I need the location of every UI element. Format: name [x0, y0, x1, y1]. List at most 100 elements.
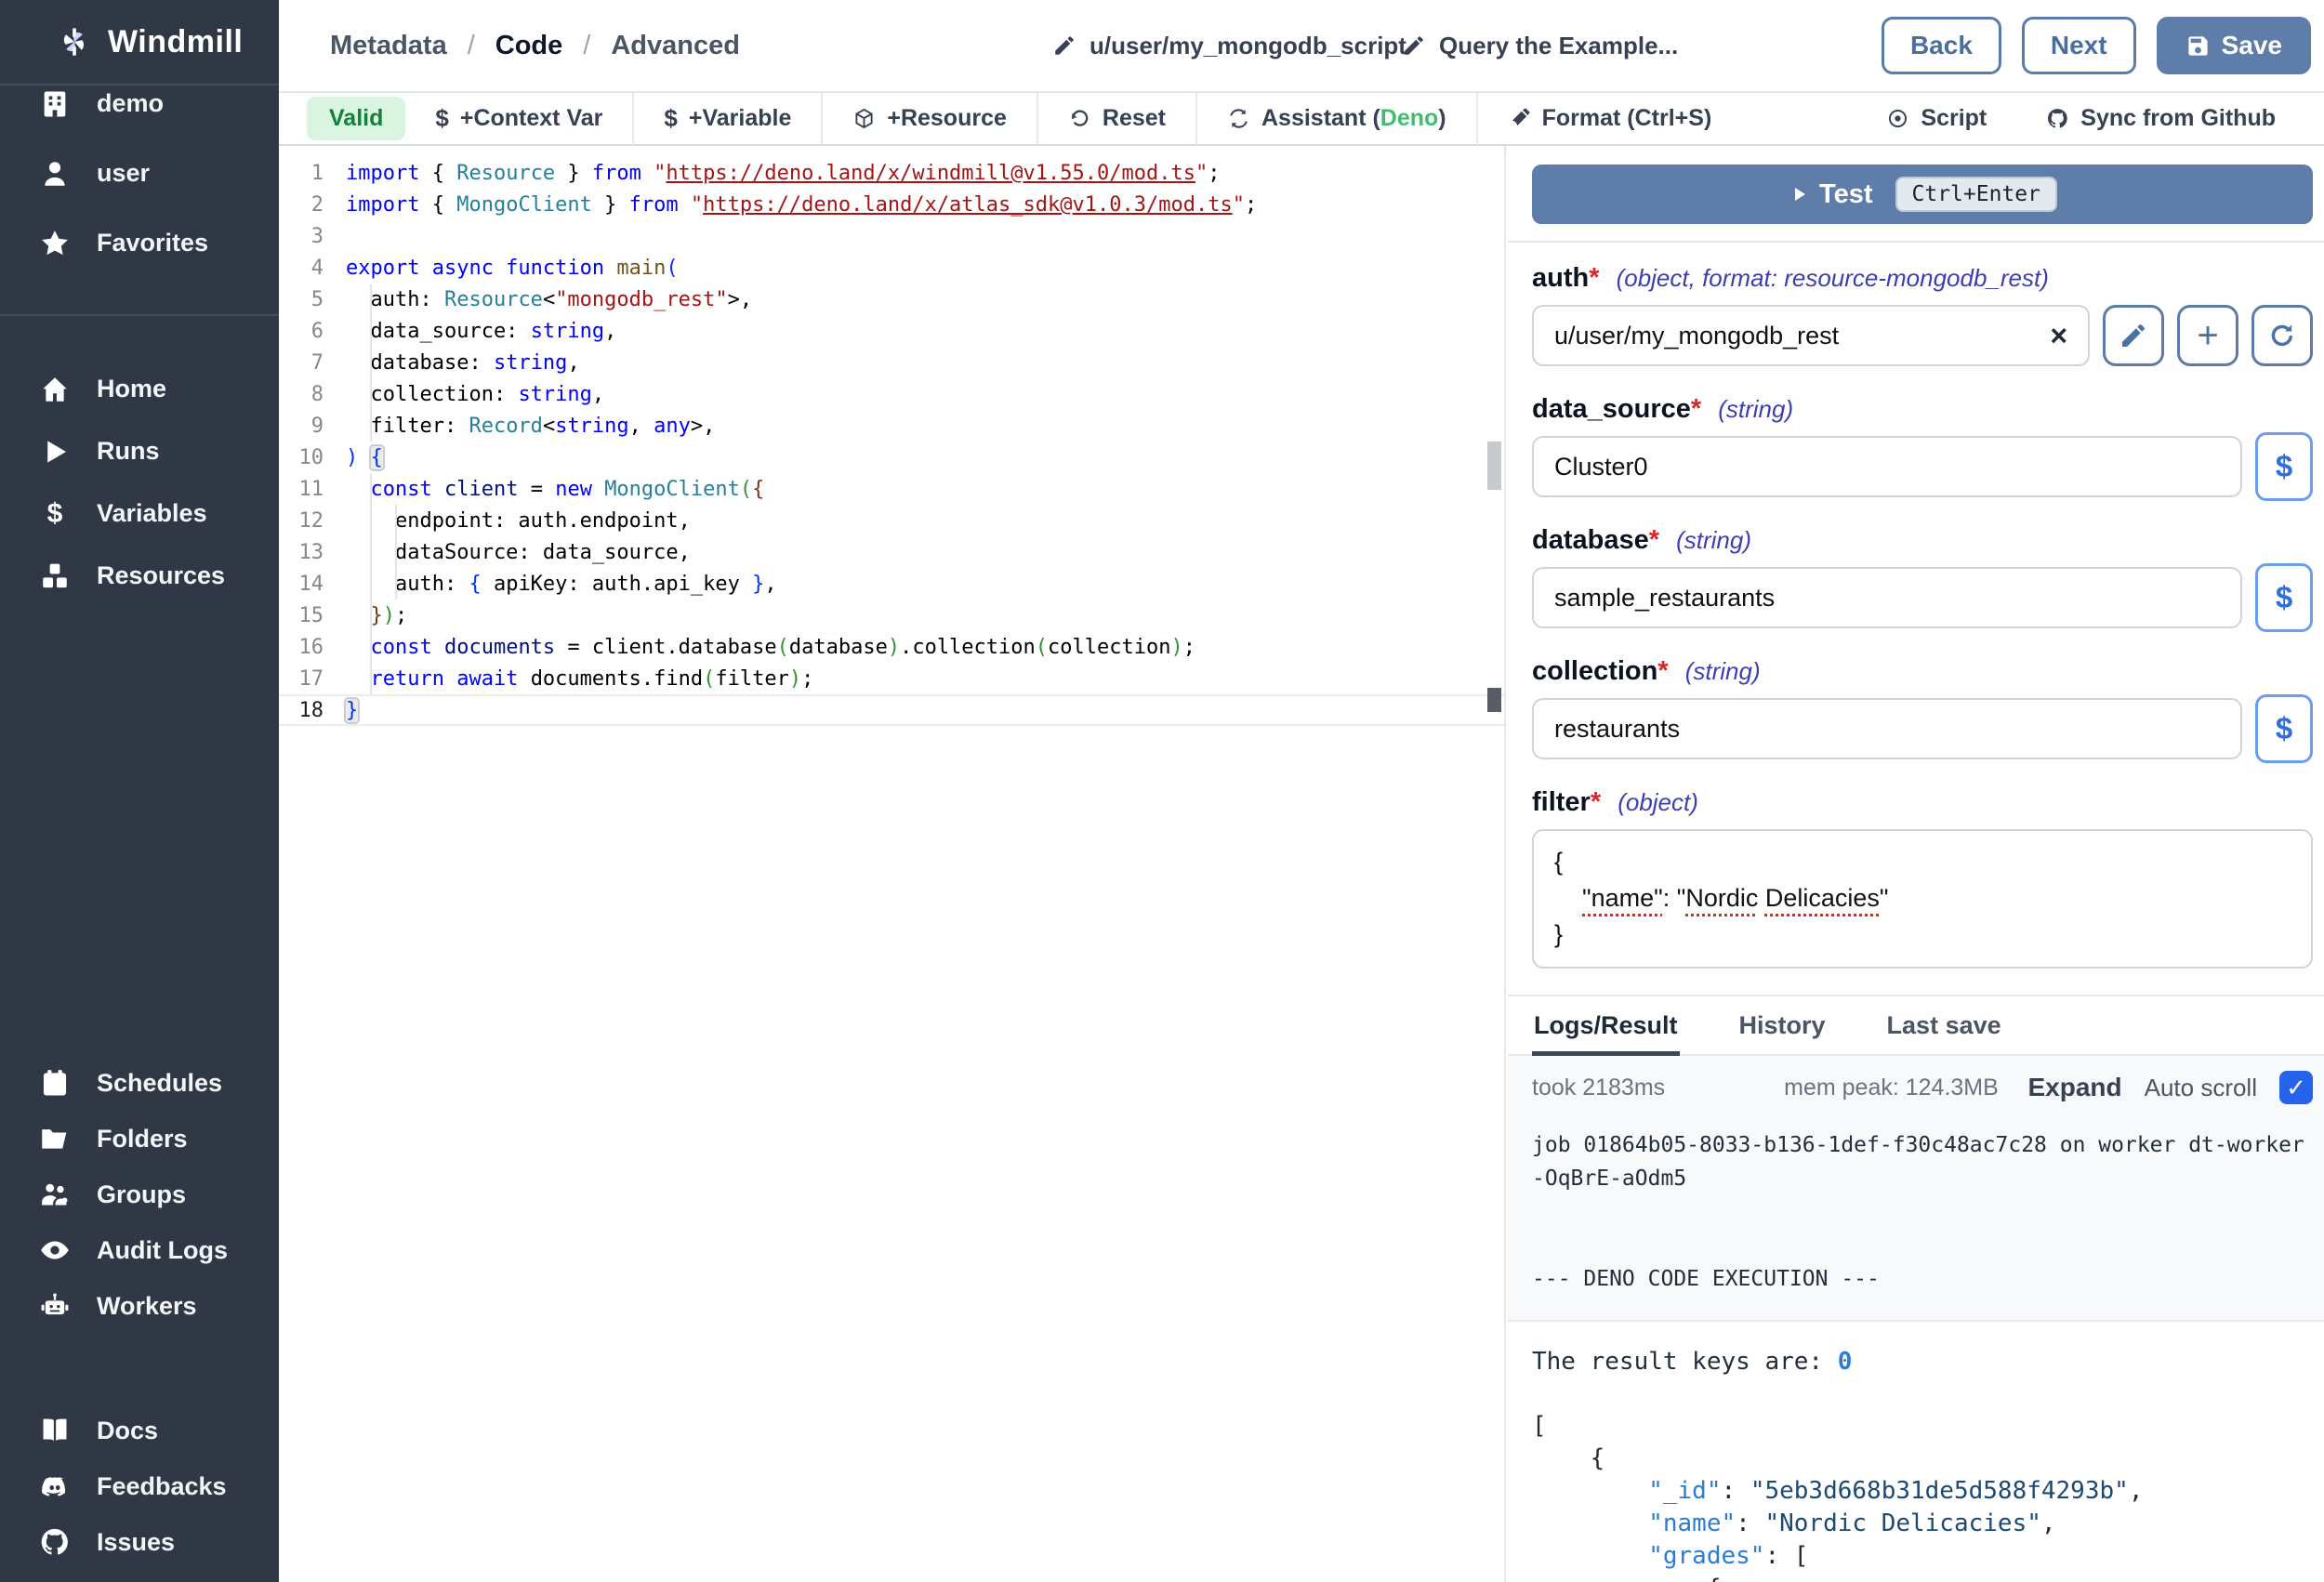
- editor-scrollbar-thumb[interactable]: [1487, 442, 1501, 490]
- sidebar-item-label: Folders: [97, 1125, 188, 1154]
- building-icon: [39, 88, 71, 120]
- code-line-1[interactable]: 1import { Resource } from "https://deno.…: [279, 157, 1504, 189]
- code-line-17[interactable]: 17 return await documents.find(filter);: [279, 663, 1504, 694]
- code-line-2[interactable]: 2import { MongoClient } from "https://de…: [279, 189, 1504, 220]
- sidebar-item-workers[interactable]: Workers: [0, 1278, 279, 1334]
- tab-last-save[interactable]: Last save: [1885, 996, 2003, 1056]
- sidebar-item-feedbacks[interactable]: Feedbacks: [0, 1458, 279, 1514]
- sidebar-item-user[interactable]: user: [0, 138, 279, 208]
- next-button[interactable]: Next: [2022, 17, 2136, 74]
- header-buttons: Back Next Save: [1882, 0, 2311, 91]
- line-number: 2: [279, 193, 324, 217]
- sidebar-item-schedules[interactable]: Schedules: [0, 1055, 279, 1111]
- toolbar-sync-from-github[interactable]: Sync from Github: [2016, 93, 2305, 145]
- code-line-5[interactable]: 5 auth: Resource<"mongodb_rest">,: [279, 283, 1504, 315]
- sidebar-item-folders[interactable]: Folders: [0, 1111, 279, 1167]
- expand-button[interactable]: Expand: [2027, 1073, 2121, 1102]
- line-content: });: [346, 604, 407, 627]
- sidebar-item-home[interactable]: Home: [0, 358, 279, 420]
- star-icon: [39, 228, 71, 259]
- code-line-6[interactable]: 6 data_source: string,: [279, 315, 1504, 347]
- sidebar-item-audit-logs[interactable]: Audit Logs: [0, 1222, 279, 1278]
- toolbar-script[interactable]: Script: [1856, 93, 2016, 145]
- line-content: export async function main(: [346, 257, 679, 280]
- dollar-icon: $: [664, 104, 677, 133]
- toolbar-resource[interactable]: +Resource: [823, 93, 1037, 145]
- required-asterisk: *: [1691, 394, 1701, 424]
- editor-overview-cursor-marker: [1487, 688, 1501, 712]
- filter-json-editor[interactable]: { "name": "Nordic Delicacies"}: [1532, 829, 2313, 969]
- code-line-11[interactable]: 11 const client = new MongoClient({: [279, 473, 1504, 505]
- tab-code[interactable]: Code: [495, 31, 563, 61]
- sidebar: Windmill demouserFavorites HomeRuns$Vari…: [0, 0, 279, 1582]
- toolbar-item-label: Script: [1921, 105, 1987, 132]
- save-button[interactable]: Save: [2157, 17, 2311, 74]
- code-line-8[interactable]: 8 collection: string,: [279, 378, 1504, 410]
- script-path-edit[interactable]: u/user/my_mongodb_script: [1052, 0, 1406, 91]
- script-summary-edit[interactable]: Query the Example...: [1402, 0, 1678, 91]
- sidebar-item-favorites[interactable]: Favorites: [0, 208, 279, 278]
- test-button[interactable]: Test Ctrl+Enter: [1532, 165, 2313, 224]
- line-content: collection: string,: [346, 383, 604, 406]
- result-line: "name": "Nordic Delicacies",: [1532, 1508, 2313, 1540]
- indent-guide: [370, 473, 372, 694]
- autoscroll-checkbox[interactable]: ✓: [2279, 1071, 2313, 1104]
- toolbar-reset[interactable]: Reset: [1038, 93, 1195, 145]
- code-line-15[interactable]: 15 });: [279, 600, 1504, 631]
- code-editor[interactable]: 1import { Resource } from "https://deno.…: [279, 146, 1506, 1582]
- code-line-4[interactable]: 4export async function main(: [279, 252, 1504, 283]
- code-lines: 1import { Resource } from "https://deno.…: [279, 157, 1504, 726]
- result-line: "_id": "5eb3d668b31de5d588f4293b",: [1532, 1475, 2313, 1508]
- log-line: --- DENO CODE EXECUTION ---: [1532, 1262, 2313, 1296]
- line-number: 8: [279, 383, 324, 406]
- field-data-source-label: data_source* (string): [1532, 394, 2313, 425]
- toolbar-assistant[interactable]: Assistant (Deno): [1197, 93, 1476, 145]
- code-line-16[interactable]: 16 const documents = client.database(dat…: [279, 631, 1504, 663]
- collection-input[interactable]: restaurants: [1532, 698, 2242, 759]
- sidebar-item-groups[interactable]: Groups: [0, 1167, 279, 1222]
- line-content: const client = new MongoClient({: [346, 478, 764, 501]
- user-icon: [39, 158, 71, 190]
- tab-metadata[interactable]: Metadata: [330, 31, 447, 61]
- sidebar-item-variables[interactable]: $Variables: [0, 482, 279, 545]
- line-number: 15: [279, 604, 324, 627]
- toolbar-variable[interactable]: $+Variable: [634, 93, 821, 145]
- sidebar-item-demo[interactable]: demo: [0, 69, 279, 138]
- code-line-10[interactable]: 10) {: [279, 442, 1504, 473]
- edit-resource-button[interactable]: [2103, 305, 2164, 366]
- toolbar-item-label: +Context Var: [460, 105, 603, 132]
- code-line-9[interactable]: 9 filter: Record<string, any>,: [279, 410, 1504, 442]
- code-line-18[interactable]: 18}: [279, 694, 1504, 726]
- line-number: 11: [279, 478, 324, 501]
- tab-logs-result[interactable]: Logs/Result: [1532, 996, 1680, 1056]
- clear-icon[interactable]: ×: [2050, 321, 2067, 350]
- tab-history[interactable]: History: [1737, 996, 1828, 1056]
- sidebar-item-issues[interactable]: Issues: [0, 1514, 279, 1570]
- line-number: 10: [279, 446, 324, 469]
- code-line-3[interactable]: 3: [279, 220, 1504, 252]
- auth-resource-input[interactable]: u/user/my_mongodb_rest ×: [1532, 305, 2090, 366]
- sidebar-item-runs[interactable]: Runs: [0, 420, 279, 482]
- toolbar-context-var[interactable]: $+Context Var: [405, 93, 632, 145]
- insert-variable-button[interactable]: $: [2255, 563, 2313, 632]
- code-line-14[interactable]: 14 auth: { apiKey: auth.api_key },: [279, 568, 1504, 600]
- insert-variable-button[interactable]: $: [2255, 694, 2313, 763]
- database-input[interactable]: sample_restaurants: [1532, 567, 2242, 628]
- add-resource-button[interactable]: +: [2177, 305, 2238, 366]
- back-button[interactable]: Back: [1882, 17, 2001, 74]
- code-line-13[interactable]: 13 dataSource: data_source,: [279, 536, 1504, 568]
- code-line-7[interactable]: 7 database: string,: [279, 347, 1504, 378]
- sidebar-item-docs[interactable]: Docs: [0, 1403, 279, 1458]
- result-intro: The result keys are: 0: [1532, 1346, 2313, 1378]
- tab-advanced[interactable]: Advanced: [611, 31, 740, 61]
- filter-line: {: [1554, 844, 2291, 880]
- sidebar-item-resources[interactable]: Resources: [0, 545, 279, 607]
- data-source-input[interactable]: Cluster0: [1532, 436, 2242, 497]
- field-auth-label: auth* (object, format: resource-mongodb_…: [1532, 263, 2313, 294]
- refresh-resource-button[interactable]: [2251, 305, 2313, 366]
- toolbar-format-ctrl-s[interactable]: Format (Ctrl+S): [1478, 93, 1742, 145]
- insert-variable-button[interactable]: $: [2255, 432, 2313, 501]
- play-icon: [39, 436, 71, 468]
- code-line-12[interactable]: 12 endpoint: auth.endpoint,: [279, 505, 1504, 536]
- test-shortcut: Ctrl+Enter: [1895, 177, 2057, 212]
